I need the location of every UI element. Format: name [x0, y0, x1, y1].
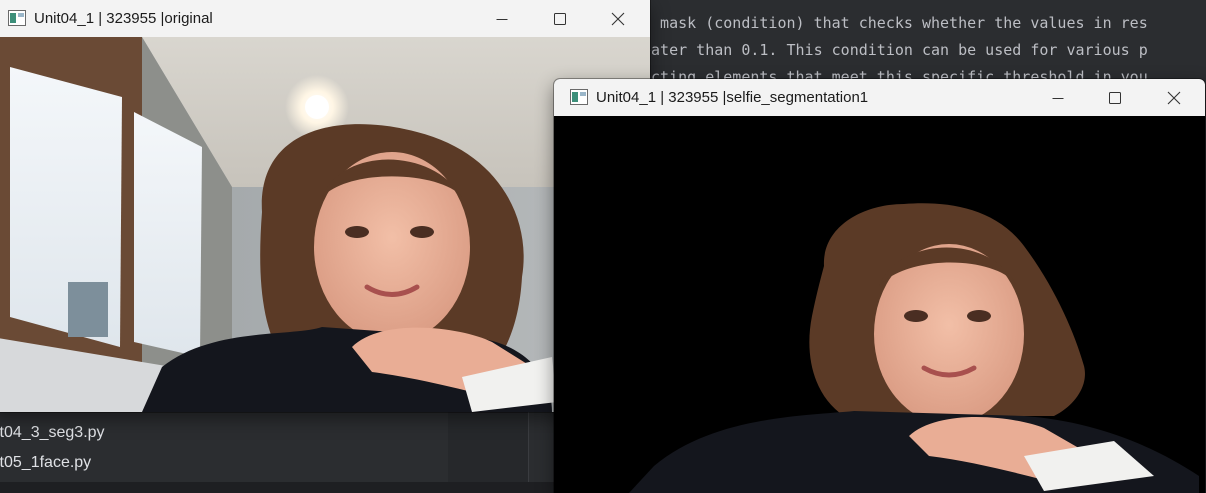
- camera-frame-original: [0, 37, 650, 412]
- close-button[interactable]: [589, 0, 647, 37]
- close-button[interactable]: [1145, 79, 1203, 116]
- minimize-button[interactable]: [1029, 79, 1087, 116]
- opencv-window-icon: [8, 10, 26, 26]
- code-line: n mask (condition) that checks whether t…: [650, 14, 1148, 32]
- title-bar[interactable]: Unit04_1 | 323955 |selfie_segmentation1: [554, 79, 1205, 116]
- code-line: eater than 0.1. This condition can be us…: [650, 41, 1148, 59]
- editor-panel: [448, 412, 528, 493]
- close-icon: [1167, 91, 1181, 104]
- editor-scroll-gutter[interactable]: [528, 412, 555, 493]
- file-item[interactable]: it05_1face.py: [0, 450, 448, 476]
- status-strip: [0, 482, 554, 493]
- opencv-window-icon: [570, 89, 588, 105]
- segmentation-window[interactable]: Unit04_1 | 323955 |selfie_segmentation1: [554, 79, 1205, 493]
- minimize-icon: [496, 18, 508, 20]
- minimize-icon: [1052, 97, 1064, 99]
- segmented-image: [554, 116, 1205, 493]
- code-editor[interactable]: n mask (condition) that checks whether t…: [650, 0, 1206, 80]
- project-file-list: it04_3_seg3.py it05_1face.py: [0, 412, 448, 493]
- camera-frame-segmented: [554, 116, 1205, 493]
- window-title: Unit04_1 | 323955 |original: [34, 10, 213, 27]
- maximize-icon: [1109, 91, 1121, 104]
- window-title: Unit04_1 | 323955 |selfie_segmentation1: [596, 89, 869, 106]
- maximize-icon: [554, 12, 566, 25]
- webcam-image: [0, 37, 650, 412]
- title-bar[interactable]: Unit04_1 | 323955 |original: [0, 0, 650, 37]
- maximize-button[interactable]: [1086, 79, 1144, 116]
- original-window[interactable]: Unit04_1 | 323955 |original: [0, 0, 650, 412]
- file-item[interactable]: it04_3_seg3.py: [0, 420, 448, 446]
- maximize-button[interactable]: [531, 0, 589, 37]
- minimize-button[interactable]: [473, 0, 531, 37]
- close-icon: [611, 12, 625, 25]
